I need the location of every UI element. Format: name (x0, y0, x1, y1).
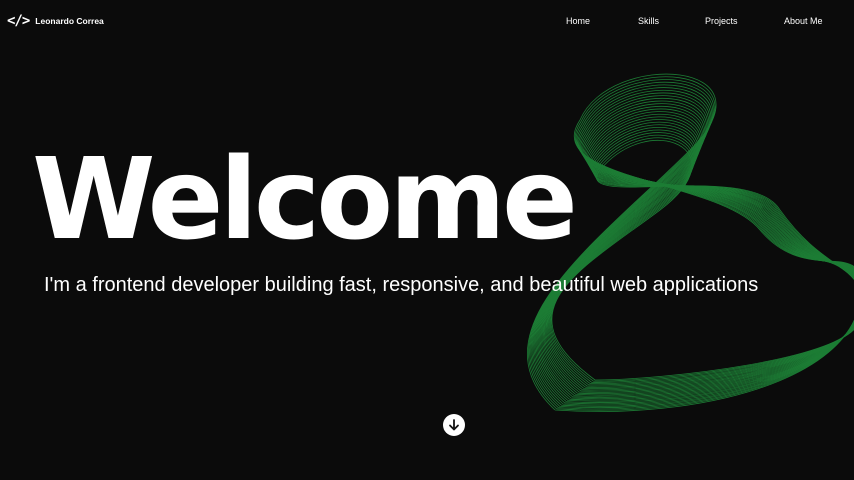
page: </> Leonardo Correa Home Skills Projects… (0, 0, 854, 480)
code-brackets-icon: </> (7, 13, 30, 29)
nav-about-me[interactable]: About Me (784, 16, 823, 27)
brand-logo-link[interactable]: </> Leonardo Correa (7, 12, 104, 30)
arrow-down-icon (449, 419, 459, 431)
wave-line (551, 139, 854, 381)
nav-projects[interactable]: Projects (705, 16, 738, 27)
scroll-down-button[interactable] (443, 414, 465, 436)
top-navigation-bar: </> Leonardo Correa Home Skills Projects… (0, 0, 854, 42)
hero-title: Welcome (32, 135, 578, 265)
nav-home[interactable]: Home (566, 16, 590, 27)
hero-subtitle: I'm a frontend developer building fast, … (44, 274, 759, 296)
brand-name: Leonardo Correa (35, 16, 104, 26)
nav-skills[interactable]: Skills (638, 16, 659, 27)
